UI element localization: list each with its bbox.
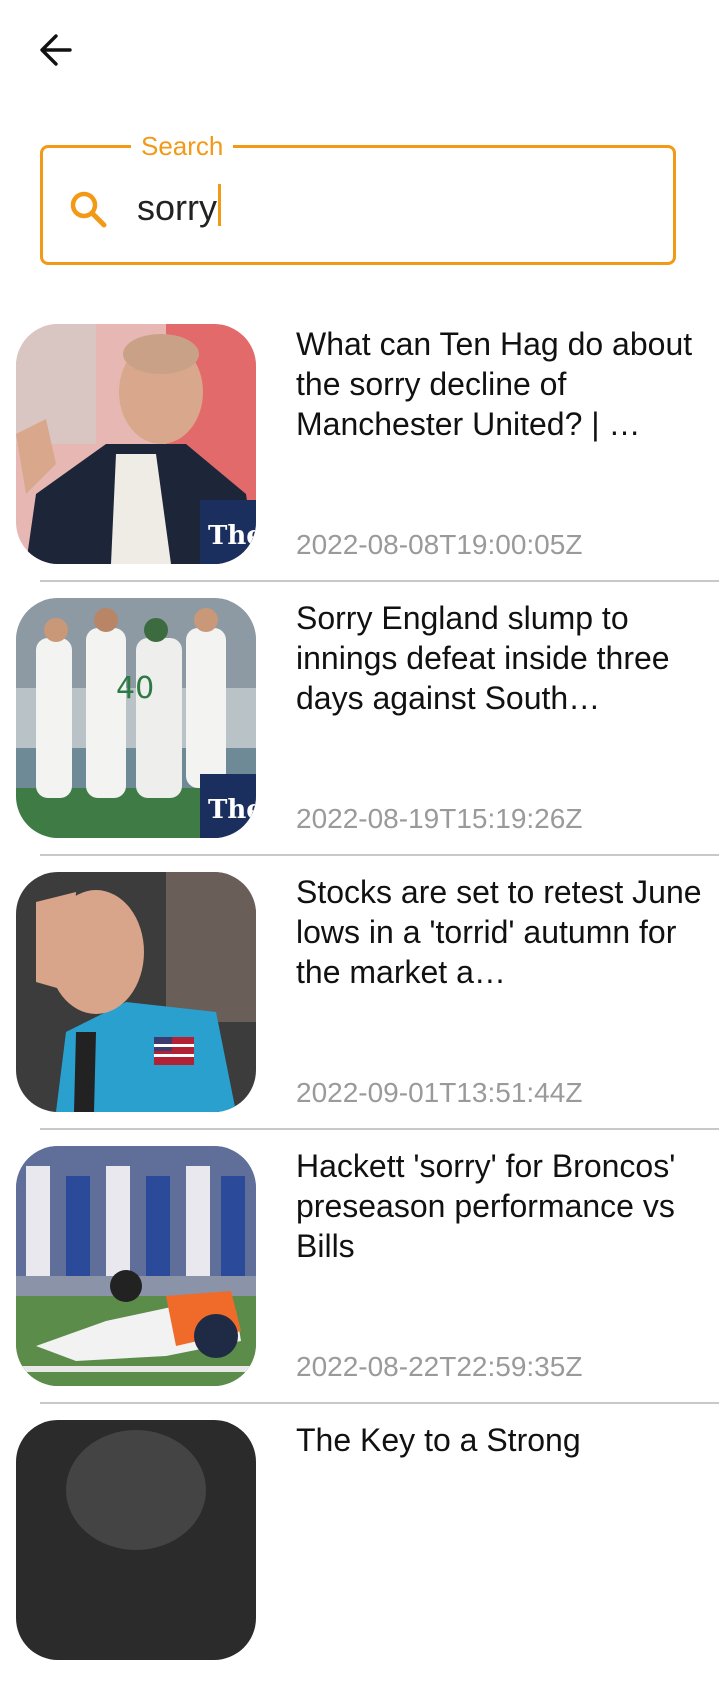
- list-item[interactable]: Stocks are set to retest June lows in a …: [0, 872, 719, 1146]
- divider: [40, 854, 719, 856]
- search-input[interactable]: [137, 178, 637, 238]
- article-title: Hackett 'sorry' for Broncos' preseason p…: [296, 1148, 676, 1264]
- divider: [40, 580, 719, 582]
- list-item[interactable]: Hackett 'sorry' for Broncos' preseason p…: [0, 1146, 719, 1420]
- article-date: 2022-09-01T13:51:44Z: [296, 1077, 583, 1108]
- article-title: The Key to a Strong: [296, 1422, 581, 1458]
- article-date: 2022-08-08T19:00:05Z: [296, 529, 583, 560]
- arrow-left-icon: [40, 34, 72, 66]
- svg-text:40: 40: [116, 671, 154, 706]
- list-item[interactable]: 40 The Gu Sorry England slump to innings…: [0, 598, 719, 872]
- article-thumbnail: The Gu: [16, 324, 256, 564]
- article-date: 2022-08-19T15:19:26Z: [296, 803, 583, 834]
- article-title: What can Ten Hag do about the sorry decl…: [296, 326, 693, 442]
- search-icon: [70, 191, 107, 228]
- article-title: Sorry England slump to innings defeat in…: [296, 600, 670, 716]
- search-field[interactable]: Search: [40, 131, 676, 265]
- search-label: Search: [131, 131, 234, 161]
- article-thumbnail: [16, 1146, 256, 1386]
- divider: [40, 1128, 719, 1130]
- list-item[interactable]: The Key to a Strong: [0, 1420, 719, 1694]
- article-thumbnail: [16, 1420, 256, 1660]
- thumbnail-watermark: The Gu: [208, 795, 256, 825]
- thumbnail-watermark: The Gu: [208, 521, 256, 551]
- article-title: Stocks are set to retest June lows in a …: [296, 874, 702, 990]
- divider: [40, 1402, 719, 1404]
- back-button[interactable]: [28, 24, 84, 76]
- article-date: 2022-08-22T22:59:35Z: [296, 1351, 583, 1382]
- list-item[interactable]: The Gu What can Ten Hag do about the sor…: [0, 324, 719, 598]
- results-list: The Gu What can Ten Hag do about the sor…: [0, 324, 719, 1694]
- article-thumbnail: [16, 872, 256, 1112]
- article-thumbnail: 40 The Gu: [16, 598, 256, 838]
- text-cursor: [218, 184, 221, 226]
